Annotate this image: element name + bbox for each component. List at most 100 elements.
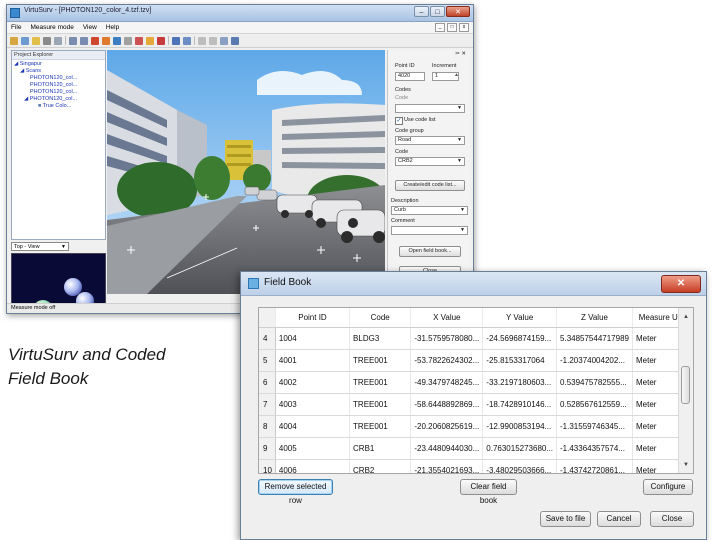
- y-value-cell[interactable]: 0.763015273680...: [482, 437, 558, 460]
- code-cell[interactable]: TREE001: [349, 415, 412, 438]
- table-row[interactable]: 4 1004 BLDG3 -31.5759578080... -24.569687415…: [259, 327, 693, 350]
- view-select[interactable]: Top - View ▼: [11, 242, 69, 251]
- distance-icon[interactable]: [54, 36, 62, 45]
- point-id-cell[interactable]: 4004: [275, 415, 351, 438]
- code-group-select[interactable]: Road ▼: [395, 136, 465, 145]
- column-header-x-value[interactable]: X Value: [410, 308, 484, 328]
- tree-item-true-color[interactable]: ■ True Colo...: [14, 103, 103, 110]
- help-icon[interactable]: [231, 36, 239, 45]
- zoom-in-icon[interactable]: [69, 36, 77, 45]
- row-number[interactable]: 10: [259, 459, 276, 473]
- point-id-cell[interactable]: 4001: [275, 349, 351, 372]
- x-value-cell[interactable]: -53.7822624302...: [410, 349, 484, 372]
- tree-item-scan[interactable]: PHOTON120_col...: [14, 89, 103, 96]
- row-number[interactable]: 9: [259, 437, 276, 460]
- delete-icon[interactable]: [157, 36, 165, 45]
- panel-icon[interactable]: [209, 36, 217, 45]
- mdi-minimize-button[interactable]: _: [435, 23, 445, 32]
- point-id-cell[interactable]: 4006: [275, 459, 351, 473]
- table-row[interactable]: 10 4006 CRB2 -21.3554021693... -3.4802950366…: [259, 459, 693, 473]
- tree-item-scan[interactable]: PHOTON120_col...: [14, 75, 103, 82]
- export-icon[interactable]: [32, 36, 40, 45]
- code-field[interactable]: ▼: [395, 104, 465, 113]
- row-number[interactable]: 6: [259, 371, 276, 394]
- point-id-cell[interactable]: 4005: [275, 437, 351, 460]
- clear-field-book-button[interactable]: Clear field book: [460, 479, 517, 505]
- menu-file[interactable]: File: [11, 24, 21, 31]
- cancel-button[interactable]: Cancel: [597, 511, 641, 527]
- create-edit-code-list-button[interactable]: Create/edit code list...: [395, 180, 465, 191]
- marker-icon[interactable]: [135, 36, 143, 45]
- z-value-cell[interactable]: -1.20374004202...: [556, 349, 633, 372]
- menu-view[interactable]: View: [83, 24, 97, 31]
- open-field-book-button[interactable]: Open field book...: [399, 246, 461, 257]
- zoom-out-icon[interactable]: [80, 36, 88, 45]
- x-value-cell[interactable]: -58.6448892869...: [410, 393, 484, 416]
- save-to-file-button[interactable]: Save to file: [540, 511, 591, 527]
- y-value-cell[interactable]: -24.5696874159...: [482, 327, 558, 350]
- scroll-down-icon[interactable]: ▼: [679, 458, 693, 472]
- column-header-point-id[interactable]: Point ID: [275, 308, 351, 328]
- window-icon[interactable]: [198, 36, 206, 45]
- x-value-cell[interactable]: -31.5759578080...: [410, 327, 484, 350]
- panorama-viewport[interactable]: [107, 50, 385, 294]
- tree-item-scan[interactable]: PHOTON120_col...: [14, 82, 103, 89]
- menu-measure-mode[interactable]: Measure mode: [30, 24, 73, 31]
- column-header-y-value[interactable]: Y Value: [482, 308, 558, 328]
- table-row[interactable]: 9 4005 CRB1 -23.4480944030... 0.763015273680…: [259, 437, 693, 460]
- scrollbar-thumb[interactable]: [681, 366, 690, 404]
- code-cell[interactable]: CRB1: [349, 437, 412, 460]
- line-icon[interactable]: [102, 36, 110, 45]
- layers-icon[interactable]: [172, 36, 180, 45]
- code-cell[interactable]: TREE001: [349, 371, 412, 394]
- description-select[interactable]: Curb ▼: [391, 206, 468, 215]
- table-row[interactable]: 8 4004 TREE001 -20.2060825619... -12.9900853…: [259, 415, 693, 438]
- tree-item-scans[interactable]: ◢ Scans: [14, 68, 103, 75]
- point-id-field[interactable]: 4020: [395, 72, 425, 81]
- settings-icon[interactable]: [220, 36, 228, 45]
- row-number[interactable]: 8: [259, 415, 276, 438]
- comment-field[interactable]: ▼: [391, 226, 468, 235]
- point-id-cell[interactable]: 4003: [275, 393, 351, 416]
- column-header-z-value[interactable]: Z Value: [556, 308, 633, 328]
- increment-spinner-icon[interactable]: ▲: [454, 72, 459, 78]
- mdi-restore-button[interactable]: □: [447, 23, 457, 32]
- close-button[interactable]: Close: [650, 511, 694, 527]
- code-cell[interactable]: CRB2: [349, 459, 412, 473]
- y-value-cell[interactable]: -12.9900853194...: [482, 415, 558, 438]
- y-value-cell[interactable]: -18.7428910146...: [482, 393, 558, 416]
- code-cell[interactable]: BLDG3: [349, 327, 412, 350]
- y-value-cell[interactable]: -33.2197180603...: [482, 371, 558, 394]
- code-cell[interactable]: TREE001: [349, 349, 412, 372]
- close-icon[interactable]: ✕: [661, 275, 701, 293]
- remove-selected-row-button[interactable]: Remove selected row: [258, 479, 333, 505]
- code-select[interactable]: CRB2 ▼: [395, 157, 465, 166]
- grid-icon[interactable]: [113, 36, 121, 45]
- z-value-cell[interactable]: -1.43364357574...: [556, 437, 633, 460]
- tree-item-scan[interactable]: ◢ PHOTON120_col...: [14, 96, 103, 103]
- table-row[interactable]: 7 4003 TREE001 -58.6448892869... -18.7428910…: [259, 393, 693, 416]
- off-icon[interactable]: [124, 36, 132, 45]
- z-value-cell[interactable]: -1.31559746345...: [556, 415, 633, 438]
- maximize-button[interactable]: □: [430, 6, 445, 17]
- x-value-cell[interactable]: -49.3479748245...: [410, 371, 484, 394]
- z-value-cell[interactable]: 0.539475782555...: [556, 371, 633, 394]
- column-header-code[interactable]: Code: [349, 308, 412, 328]
- table-row[interactable]: 5 4001 TREE001 -53.7822624302... -25.8153317…: [259, 349, 693, 372]
- z-value-cell[interactable]: 0.528567612559...: [556, 393, 633, 416]
- row-number[interactable]: 7: [259, 393, 276, 416]
- y-value-cell[interactable]: -25.8153317064: [482, 349, 558, 372]
- point-icon[interactable]: [91, 36, 99, 45]
- configure-button[interactable]: Configure: [643, 479, 693, 495]
- panel-pin-close-icons[interactable]: ✂ ✕: [455, 51, 466, 57]
- open-folder-icon[interactable]: [10, 36, 18, 45]
- x-value-cell[interactable]: -23.4480944030...: [410, 437, 484, 460]
- use-code-list-checkbox[interactable]: ✓: [395, 117, 403, 125]
- table-icon[interactable]: [183, 36, 191, 45]
- table-row[interactable]: 6 4002 TREE001 -49.3479748245... -33.2197180…: [259, 371, 693, 394]
- measure-icon[interactable]: [43, 36, 51, 45]
- menu-help[interactable]: Help: [106, 24, 119, 31]
- pencil-icon[interactable]: [146, 36, 154, 45]
- import-icon[interactable]: [21, 36, 29, 45]
- minimize-button[interactable]: –: [414, 6, 429, 17]
